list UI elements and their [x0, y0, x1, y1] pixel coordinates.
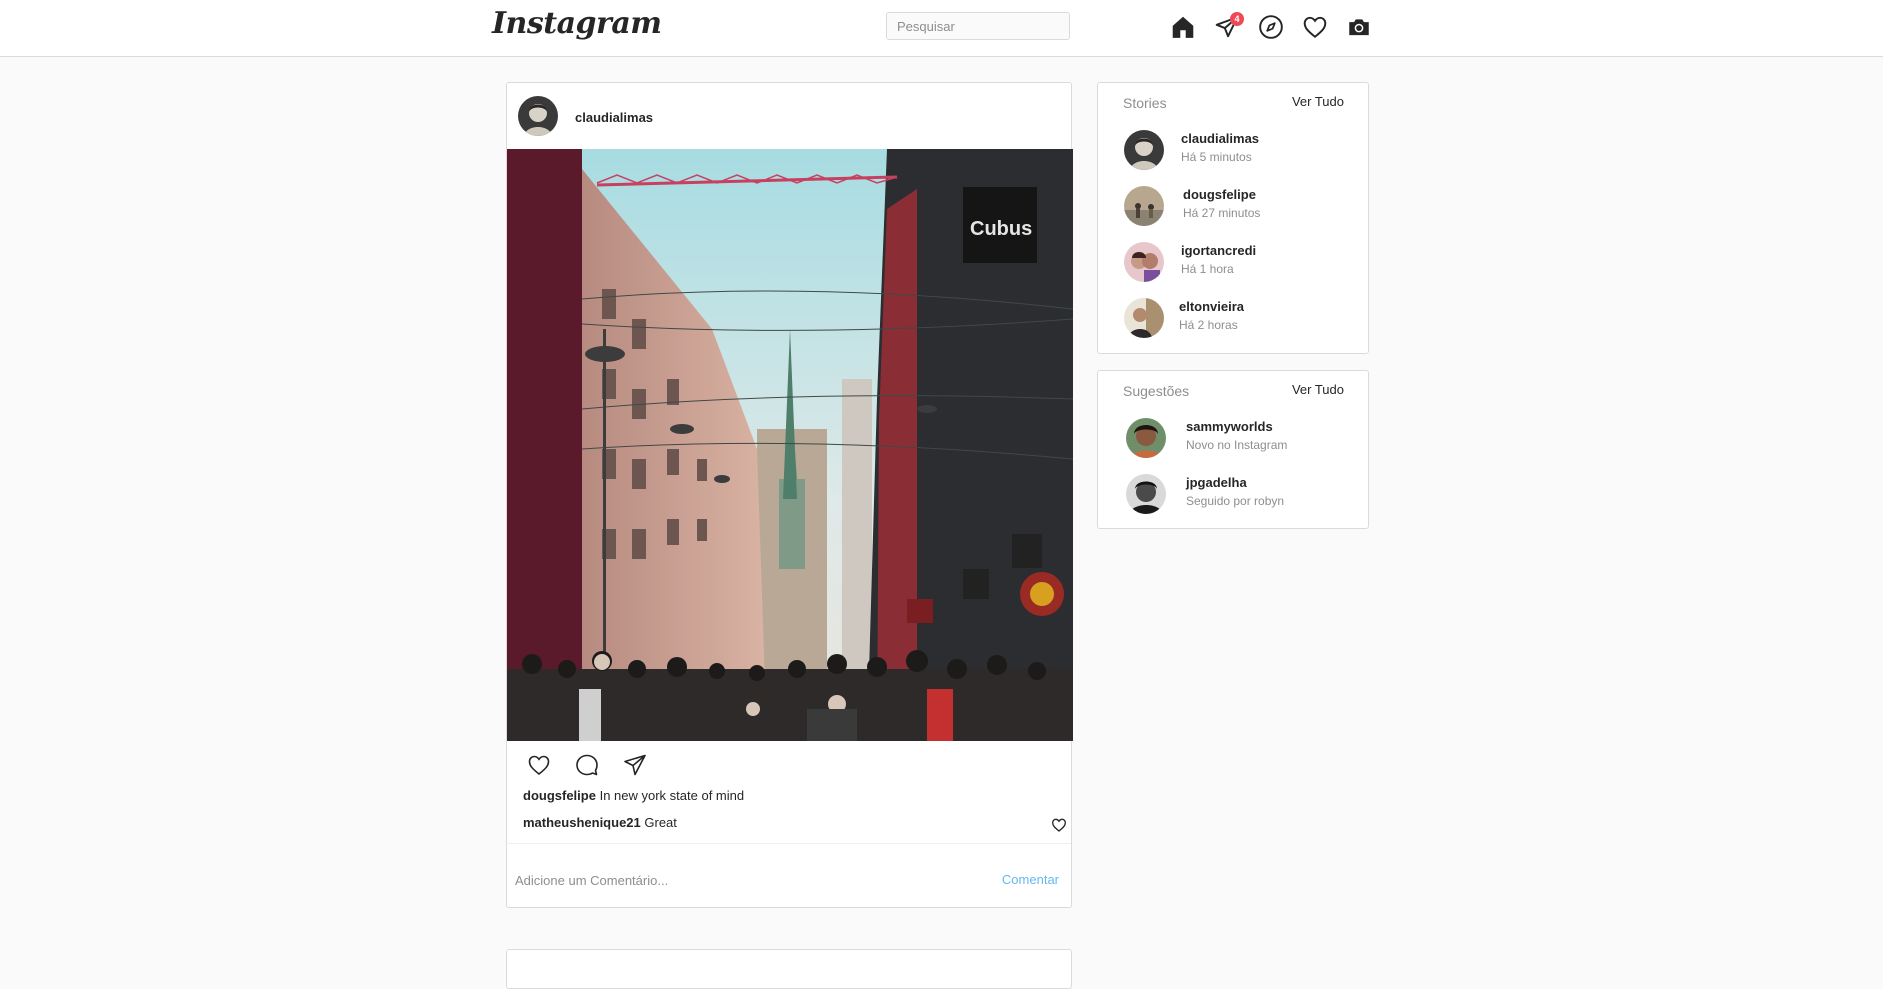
comment-icon: [576, 754, 598, 776]
story-time: Há 5 minutos: [1181, 150, 1252, 164]
story-avatar[interactable]: [1124, 186, 1164, 226]
post-card: claudialimas Cubus dougsfelipe In new yo…: [506, 82, 1073, 908]
stories-title: Stories: [1123, 95, 1167, 111]
camera-button[interactable]: [1346, 14, 1374, 42]
comment-input[interactable]: [515, 870, 955, 890]
caption-username[interactable]: dougsfelipe: [523, 788, 596, 803]
post-header: claudialimas: [507, 83, 1071, 149]
comment-like-button[interactable]: [1051, 817, 1067, 833]
story-username: claudialimas: [1181, 131, 1260, 146]
suggestion-item[interactable]: sammyworlds Novo no Instagram: [1098, 414, 1368, 464]
suggestion-username: jpgadelha: [1186, 475, 1247, 490]
story-avatar[interactable]: [1124, 130, 1164, 170]
share-icon: [624, 754, 646, 776]
camera-icon: [1349, 19, 1369, 36]
heart-icon: [528, 755, 550, 776]
stories-see-all-link[interactable]: Ver Tudo: [1292, 94, 1344, 109]
caption-text: In new york state of mind: [599, 788, 745, 803]
suggestion-avatar[interactable]: [1126, 474, 1166, 514]
story-username: dougsfelipe: [1183, 187, 1256, 202]
post-photo[interactable]: Cubus: [507, 149, 1073, 741]
post-caption: dougsfelipe In new york state of mind: [523, 788, 744, 803]
suggestion-avatar[interactable]: [1126, 418, 1166, 458]
story-item[interactable]: eltonvieira Há 2 horas: [1098, 294, 1368, 344]
comment-username[interactable]: matheushenique21: [523, 815, 641, 830]
next-post-card: [506, 949, 1072, 989]
activity-heart-icon: [1303, 16, 1327, 38]
story-time: Há 1 hora: [1181, 262, 1234, 276]
suggestion-username: sammyworlds: [1186, 419, 1273, 434]
story-username: eltonvieira: [1179, 299, 1245, 314]
direct-messages-button[interactable]: 4: [1214, 12, 1244, 42]
post-comment-button[interactable]: Comentar: [1002, 872, 1059, 887]
suggestions-panel: Sugestões Ver Tudo sammyworlds Novo no I…: [1097, 370, 1369, 529]
post-comment: matheushenique21 Great: [523, 815, 677, 830]
explore-button[interactable]: [1258, 14, 1286, 42]
search-input[interactable]: [886, 12, 1070, 40]
share-button[interactable]: [623, 753, 651, 781]
instagram-logo[interactable]: Instagram: [492, 6, 662, 41]
top-navbar: Instagram 4: [0, 0, 1883, 57]
story-time: Há 27 minutos: [1183, 206, 1261, 220]
story-item[interactable]: dougsfelipe Há 27 minutos: [1098, 182, 1368, 232]
suggestions-see-all-link[interactable]: Ver Tudo: [1292, 382, 1344, 397]
story-item[interactable]: igortancredi Há 1 hora: [1098, 238, 1368, 288]
post-author-avatar[interactable]: [518, 96, 558, 136]
heart-icon: [1051, 818, 1067, 832]
story-item[interactable]: claudialimas Há 5 minutos: [1098, 126, 1368, 176]
stories-panel: Stories Ver Tudo claudialimas Há 5 minut…: [1097, 82, 1369, 354]
story-avatar[interactable]: [1124, 298, 1164, 338]
comment-text: Great: [644, 815, 677, 830]
post-author-username[interactable]: claudialimas: [575, 110, 653, 125]
suggestion-item[interactable]: jpgadelha Seguido por robyn: [1098, 470, 1368, 520]
story-avatar[interactable]: [1124, 242, 1164, 282]
add-comment-section: Comentar: [507, 843, 1071, 908]
messages-badge: 4: [1230, 12, 1244, 26]
comment-button[interactable]: [575, 753, 603, 781]
suggestions-title: Sugestões: [1123, 383, 1190, 399]
story-time: Há 2 horas: [1179, 318, 1238, 332]
explore-icon: [1259, 15, 1283, 39]
story-username: igortancredi: [1181, 243, 1257, 258]
home-button[interactable]: [1170, 14, 1198, 42]
home-icon: [1172, 16, 1194, 38]
svg-text:Cubus: Cubus: [970, 218, 1032, 240]
suggestion-note: Seguido por robyn: [1186, 494, 1285, 508]
activity-button[interactable]: [1302, 14, 1330, 42]
suggestion-note: Novo no Instagram: [1186, 438, 1288, 452]
like-button[interactable]: [527, 753, 555, 781]
